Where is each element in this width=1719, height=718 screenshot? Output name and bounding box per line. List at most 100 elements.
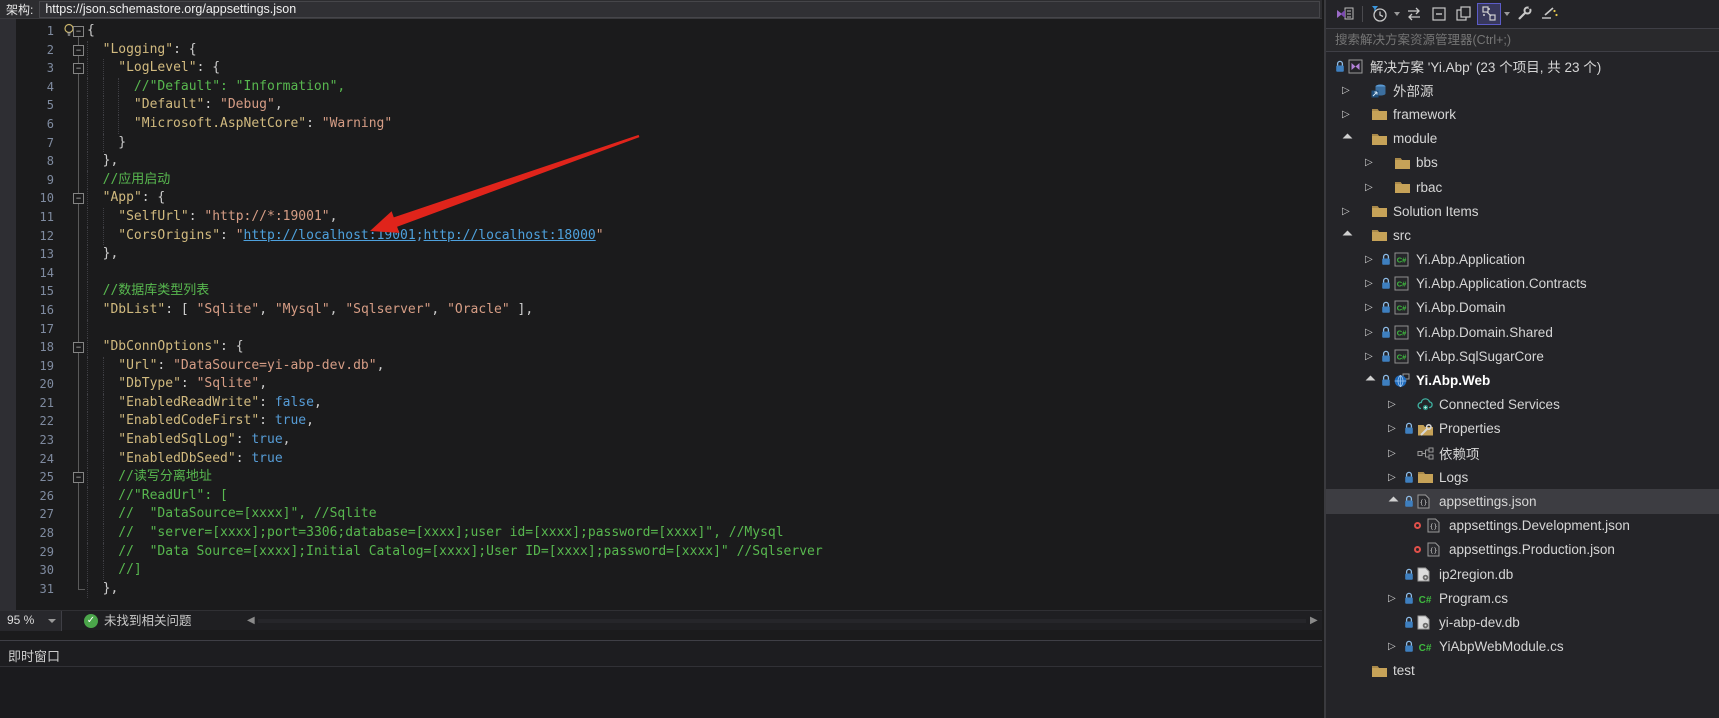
code-line[interactable]: "EnabledSqlLog": true,	[87, 431, 1322, 450]
collapse-all-icon[interactable]	[1427, 3, 1451, 25]
code-line[interactable]: "App": {	[87, 189, 1322, 208]
code-line[interactable]: "SelfUrl": "http://*:19001",	[87, 208, 1322, 227]
switch-views-icon[interactable]	[1333, 3, 1357, 25]
hscroll-right-arrow[interactable]: ▶	[1310, 615, 1318, 627]
tree-item-appsettings.development.json[interactable]: {}appsettings.Development.json	[1326, 514, 1719, 538]
chevron-collapsed-icon[interactable]: ▷	[1365, 327, 1381, 338]
code-line[interactable]: //]	[87, 561, 1322, 580]
code-line[interactable]: //数据库类型列表	[87, 282, 1322, 301]
chevron-collapsed-icon[interactable]: ▷	[1342, 206, 1358, 217]
tree-item-logs[interactable]: ▷Logs	[1326, 465, 1719, 489]
code-line[interactable]: //"Default": "Information",	[87, 78, 1322, 97]
solution-search-box[interactable]	[1326, 28, 1719, 52]
code-line[interactable]: "EnabledReadWrite": false,	[87, 394, 1322, 413]
chevron-collapsed-icon[interactable]: ▷	[1388, 593, 1404, 604]
code-line[interactable]: // "Data Source=[xxxx];Initial Catalog=[…	[87, 543, 1322, 562]
hscroll-left-arrow[interactable]: ◀	[247, 615, 255, 627]
chevron-expanded-icon[interactable]	[1388, 498, 1404, 505]
code-line[interactable]: "DbType": "Sqlite",	[87, 375, 1322, 394]
tree-item-yi-abp-dev.db[interactable]: yi-abp-dev.db	[1326, 610, 1719, 634]
code-line[interactable]	[87, 264, 1322, 283]
fold-collapse-box[interactable]: −	[73, 63, 84, 74]
tree-item-module[interactable]: module	[1326, 127, 1719, 151]
code-line[interactable]: },	[87, 245, 1322, 264]
code-line[interactable]: // "server=[xxxx];port=3306;database=[xx…	[87, 524, 1322, 543]
hscroll-track[interactable]	[258, 619, 1306, 623]
chevron-down-icon[interactable]	[1392, 3, 1402, 25]
code-line[interactable]: "EnabledDbSeed": true	[87, 450, 1322, 469]
tree-item-appsettings.json[interactable]: {}appsettings.json	[1326, 489, 1719, 513]
tree-item-test[interactable]: test	[1326, 659, 1719, 683]
chevron-collapsed-icon[interactable]: ▷	[1388, 472, 1404, 483]
code-line[interactable]: }	[87, 134, 1322, 153]
code-line[interactable]: "CorsOrigins": "http://localhost:19001;h…	[87, 227, 1322, 246]
code-line[interactable]: //"ReadUrl": [	[87, 487, 1322, 506]
fold-collapse-box[interactable]: −	[73, 45, 84, 56]
tree-item-yi.abp.sqlsugarcore[interactable]: ▷C#Yi.Abp.SqlSugarCore	[1326, 344, 1719, 368]
chevron-expanded-icon[interactable]	[1342, 135, 1358, 142]
tree-item--[interactable]: ▷外部源	[1326, 78, 1719, 102]
show-all-files-icon[interactable]	[1452, 3, 1476, 25]
tree-item-connected-services[interactable]: ▷Connected Services	[1326, 393, 1719, 417]
schema-url-combobox[interactable]: https://json.schemastore.org/appsettings…	[39, 1, 1320, 18]
chevron-collapsed-icon[interactable]: ▷	[1388, 399, 1404, 410]
tree-item--[interactable]: ▷依赖项	[1326, 441, 1719, 465]
code-line[interactable]: "LogLevel": {	[87, 59, 1322, 78]
tree-item-bbs[interactable]: ▷bbs	[1326, 151, 1719, 175]
tree-item-yiabpwebmodule.cs[interactable]: ▷C#YiAbpWebModule.cs	[1326, 635, 1719, 659]
tree-item-yi.abp.application[interactable]: ▷C#Yi.Abp.Application	[1326, 248, 1719, 272]
chevron-down-icon[interactable]	[1502, 3, 1512, 25]
tree-item-yi.abp.domain.shared[interactable]: ▷C#Yi.Abp.Domain.Shared	[1326, 320, 1719, 344]
preview-selected-items-icon[interactable]	[1537, 3, 1561, 25]
code-line[interactable]: "Url": "DataSource=yi-abp-dev.db",	[87, 357, 1322, 376]
chevron-collapsed-icon[interactable]: ▷	[1388, 423, 1404, 434]
code-line[interactable]: "Microsoft.AspNetCore": "Warning"	[87, 115, 1322, 134]
tree-item-program.cs[interactable]: ▷C#Program.cs	[1326, 586, 1719, 610]
tree-item-ip2region.db[interactable]: ip2region.db	[1326, 562, 1719, 586]
code-line[interactable]	[87, 320, 1322, 339]
code-line[interactable]: {	[87, 22, 1322, 41]
code-editor[interactable]: 1234567891011121314151617181920212223242…	[0, 19, 1322, 610]
chevron-collapsed-icon[interactable]: ▷	[1365, 278, 1381, 289]
chevron-collapsed-icon[interactable]: ▷	[1388, 448, 1404, 459]
tree-item-src[interactable]: src	[1326, 223, 1719, 247]
code-line[interactable]: //应用启动	[87, 171, 1322, 190]
tree-item-appsettings.production.json[interactable]: {}appsettings.Production.json	[1326, 538, 1719, 562]
code-line[interactable]: "EnabledCodeFirst": true,	[87, 412, 1322, 431]
code-line[interactable]: "DbConnOptions": {	[87, 338, 1322, 357]
chevron-expanded-icon[interactable]	[1342, 232, 1358, 239]
tree-item--yi.abp-23-23-[interactable]: 解决方案 'Yi.Abp' (23 个项目, 共 23 个)	[1326, 54, 1719, 78]
tree-item-solution-items[interactable]: ▷Solution Items	[1326, 199, 1719, 223]
tree-item-rbac[interactable]: ▷rbac	[1326, 175, 1719, 199]
code-line[interactable]: "Logging": {	[87, 41, 1322, 60]
chevron-collapsed-icon[interactable]: ▷	[1365, 302, 1381, 313]
chevron-collapsed-icon[interactable]: ▷	[1342, 85, 1358, 96]
code-line[interactable]: //读写分离地址	[87, 468, 1322, 487]
zoom-select[interactable]: 95 %	[0, 611, 62, 631]
code-line[interactable]: // "DataSource=[xxxx]", //Sqlite	[87, 505, 1322, 524]
fold-collapse-box[interactable]: −	[73, 342, 84, 353]
chevron-collapsed-icon[interactable]: ▷	[1342, 109, 1358, 120]
pending-changes-filter-icon[interactable]	[1367, 3, 1391, 25]
tree-item-yi.abp.application.contracts[interactable]: ▷C#Yi.Abp.Application.Contracts	[1326, 272, 1719, 296]
code-line[interactable]: },	[87, 152, 1322, 171]
chevron-collapsed-icon[interactable]: ▷	[1365, 157, 1381, 168]
fold-collapse-box[interactable]: −	[73, 472, 84, 483]
tree-item-yi.abp.domain[interactable]: ▷C#Yi.Abp.Domain	[1326, 296, 1719, 320]
code-line[interactable]: },	[87, 580, 1322, 599]
search-input[interactable]	[1326, 29, 1719, 51]
chevron-collapsed-icon[interactable]: ▷	[1388, 641, 1404, 652]
immediate-window-body[interactable]	[0, 666, 1322, 718]
code-lines[interactable]: { "Logging": { "LogLevel": { //"Default"…	[0, 19, 1322, 598]
tree-item-framework[interactable]: ▷framework	[1326, 102, 1719, 126]
code-line[interactable]: "DbList": [ "Sqlite", "Mysql", "Sqlserve…	[87, 301, 1322, 320]
fold-collapse-box[interactable]: −	[73, 26, 84, 37]
code-line[interactable]: "Default": "Debug",	[87, 96, 1322, 115]
chevron-expanded-icon[interactable]	[1365, 377, 1381, 384]
properties-icon[interactable]	[1512, 3, 1536, 25]
chevron-collapsed-icon[interactable]: ▷	[1365, 254, 1381, 265]
sync-icon[interactable]	[1402, 3, 1426, 25]
sync-with-active-document-icon[interactable]	[1477, 3, 1501, 25]
chevron-collapsed-icon[interactable]: ▷	[1365, 182, 1381, 193]
tree-item-properties[interactable]: ▷Properties	[1326, 417, 1719, 441]
